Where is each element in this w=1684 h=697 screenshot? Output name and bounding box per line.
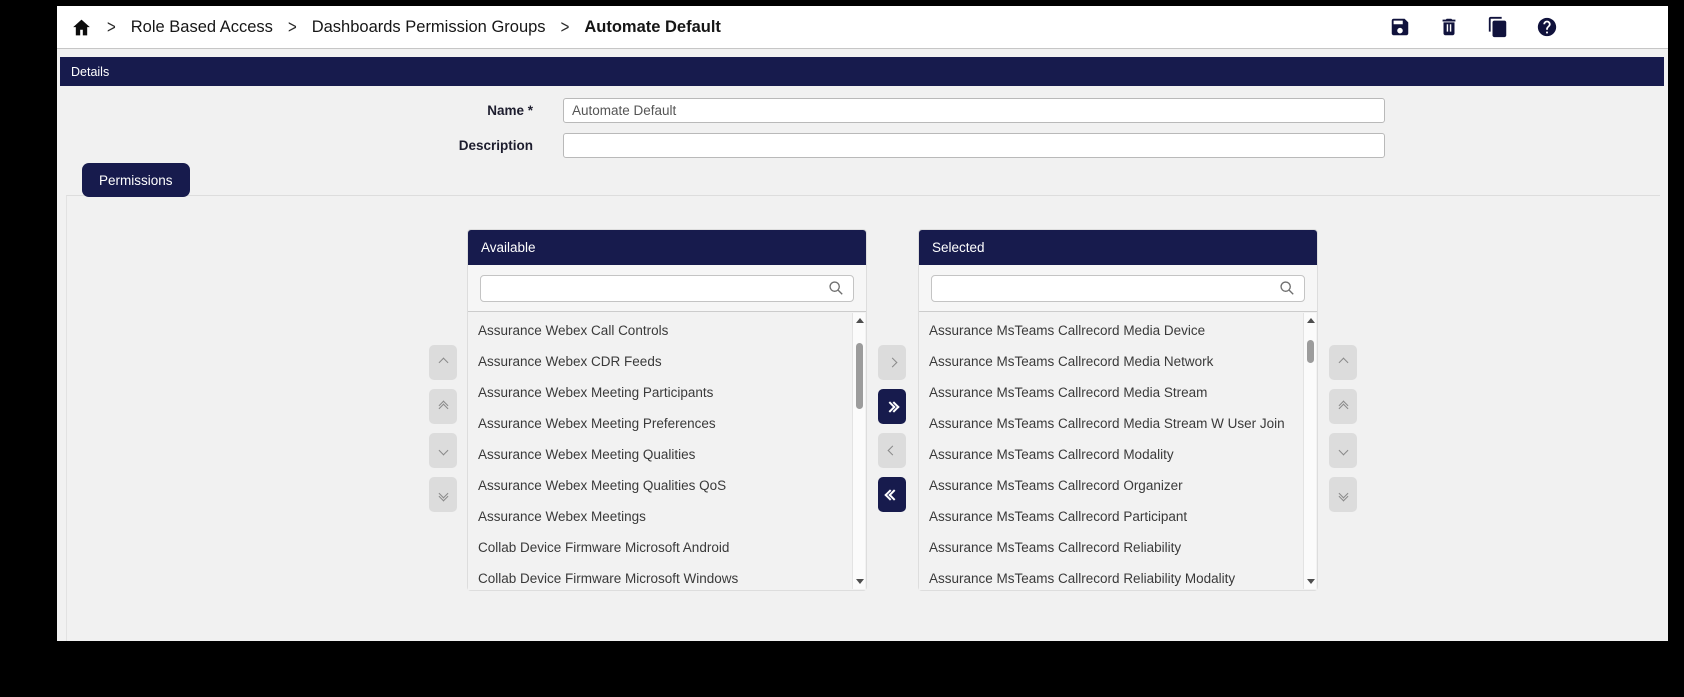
available-list-item[interactable]: Assurance Webex Call Controls: [468, 315, 866, 346]
available-scrollbar[interactable]: [852, 313, 865, 589]
double-chevron-down-icon: [438, 488, 448, 501]
selected-list-item[interactable]: Assurance MsTeams Callrecord Media Strea…: [919, 408, 1317, 439]
name-field-row: Name *: [57, 98, 1668, 123]
selected-list-item[interactable]: Assurance MsTeams Callrecord Media Devic…: [919, 315, 1317, 346]
selected-search-row: [919, 265, 1317, 311]
selected-list-item[interactable]: Assurance MsTeams Callrecord Reliability…: [919, 563, 1317, 590]
breadcrumb-item-dashboards-permission-groups[interactable]: Dashboards Permission Groups: [312, 18, 546, 37]
app-window: > Role Based Access > Dashboards Permiss…: [57, 6, 1668, 641]
scrollbar-thumb[interactable]: [1306, 340, 1314, 363]
chevron-right-icon: [887, 357, 897, 368]
search-icon: [829, 281, 843, 295]
details-section-header: Details: [60, 57, 1664, 86]
double-chevron-up-icon: [1338, 400, 1348, 413]
help-icon: [1537, 17, 1557, 37]
chevron-down-icon: [438, 445, 448, 456]
breadcrumb-separator: >: [287, 16, 297, 38]
scrollbar-thumb[interactable]: [855, 343, 863, 409]
available-list-item[interactable]: Assurance Webex Meeting Preferences: [468, 408, 866, 439]
breadcrumb-item-role-based-access[interactable]: Role Based Access: [131, 18, 273, 37]
available-move-down-button[interactable]: [429, 433, 457, 468]
chevron-down-icon: [1338, 445, 1348, 456]
available-move-top-button[interactable]: [429, 389, 457, 424]
name-field[interactable]: [563, 98, 1385, 123]
selected-move-down-button[interactable]: [1329, 433, 1357, 468]
available-search-row: [468, 265, 866, 311]
move-all-left-button[interactable]: [878, 477, 906, 512]
selected-list: Assurance MsTeams Callrecord Media Devic…: [919, 311, 1317, 590]
available-list-panel: Available Assurance Webex Call Controls A…: [467, 229, 867, 591]
available-search-input[interactable]: [480, 275, 854, 302]
selected-list-header: Selected: [919, 230, 1317, 265]
help-button[interactable]: [1536, 16, 1558, 38]
available-list-item[interactable]: Assurance Webex Meetings: [468, 501, 866, 532]
top-bar: > Role Based Access > Dashboards Permiss…: [57, 6, 1668, 49]
breadcrumb-current-page: Automate Default: [584, 17, 721, 36]
selected-search-input[interactable]: [931, 275, 1305, 302]
move-all-right-button[interactable]: [878, 389, 906, 424]
chevron-up-icon: [438, 357, 448, 368]
available-list-item[interactable]: Assurance Webex CDR Feeds: [468, 346, 866, 377]
breadcrumb-separator: >: [560, 16, 570, 38]
delete-button[interactable]: [1438, 16, 1460, 38]
available-list-item[interactable]: Collab Device Firmware Microsoft Android: [468, 532, 866, 563]
copy-icon: [1488, 16, 1507, 38]
scroll-down-icon[interactable]: [856, 579, 864, 584]
scroll-down-icon[interactable]: [1307, 579, 1315, 584]
save-icon: [1391, 18, 1409, 36]
search-icon: [1280, 281, 1294, 295]
selected-list-item[interactable]: Assurance MsTeams Callrecord Participant: [919, 501, 1317, 532]
available-move-up-button[interactable]: [429, 345, 457, 380]
available-move-bottom-button[interactable]: [429, 477, 457, 512]
breadcrumb: > Role Based Access > Dashboards Permiss…: [71, 16, 721, 38]
selected-reorder-buttons: [1329, 345, 1357, 512]
double-chevron-down-icon: [1338, 488, 1348, 501]
selected-list-item[interactable]: Assurance MsTeams Callrecord Reliability: [919, 532, 1317, 563]
selected-list-panel: Selected Assurance MsTeams Callrecord Me…: [918, 229, 1318, 591]
move-right-button[interactable]: [878, 345, 906, 380]
selected-move-top-button[interactable]: [1329, 389, 1357, 424]
tab-permissions[interactable]: Permissions: [82, 163, 190, 197]
available-reorder-buttons: [429, 345, 457, 512]
save-button[interactable]: [1389, 16, 1411, 38]
double-chevron-right-icon: [884, 400, 900, 413]
chevron-left-icon: [887, 445, 897, 456]
available-list-header: Available: [468, 230, 866, 265]
selected-scrollbar[interactable]: [1303, 313, 1316, 589]
selected-list-item[interactable]: Assurance MsTeams Callrecord Media Netwo…: [919, 346, 1317, 377]
scroll-up-icon[interactable]: [1307, 318, 1315, 323]
permissions-panel: Available Assurance Webex Call Controls A…: [66, 195, 1660, 641]
available-list-item[interactable]: Assurance Webex Meeting Participants: [468, 377, 866, 408]
selected-list-item[interactable]: Assurance MsTeams Callrecord Media Strea…: [919, 377, 1317, 408]
home-icon[interactable]: [71, 17, 92, 38]
available-list-item[interactable]: Assurance Webex Meeting Qualities QoS: [468, 470, 866, 501]
action-toolbar: [1389, 16, 1654, 38]
available-list-item[interactable]: Assurance Webex Meeting Qualities: [468, 439, 866, 470]
move-left-button[interactable]: [878, 433, 906, 468]
description-field[interactable]: [563, 133, 1385, 158]
transfer-buttons: [878, 345, 906, 512]
description-label: Description: [458, 138, 533, 153]
copy-button[interactable]: [1487, 16, 1509, 38]
available-list: Assurance Webex Call Controls Assurance W…: [468, 311, 866, 590]
available-list-item[interactable]: Collab Device Firmware Microsoft Windows: [468, 563, 866, 590]
selected-move-up-button[interactable]: [1329, 345, 1357, 380]
selected-list-item[interactable]: Assurance MsTeams Callrecord Organizer: [919, 470, 1317, 501]
selected-move-bottom-button[interactable]: [1329, 477, 1357, 512]
double-chevron-up-icon: [438, 400, 448, 413]
name-label: Name *: [487, 103, 533, 118]
trash-icon: [1442, 18, 1456, 36]
breadcrumb-separator: >: [107, 16, 116, 38]
scroll-up-icon[interactable]: [856, 318, 864, 323]
description-field-row: Description: [57, 133, 1668, 158]
double-chevron-left-icon: [884, 488, 900, 501]
selected-list-item[interactable]: Assurance MsTeams Callrecord Modality: [919, 439, 1317, 470]
chevron-up-icon: [1338, 357, 1348, 368]
